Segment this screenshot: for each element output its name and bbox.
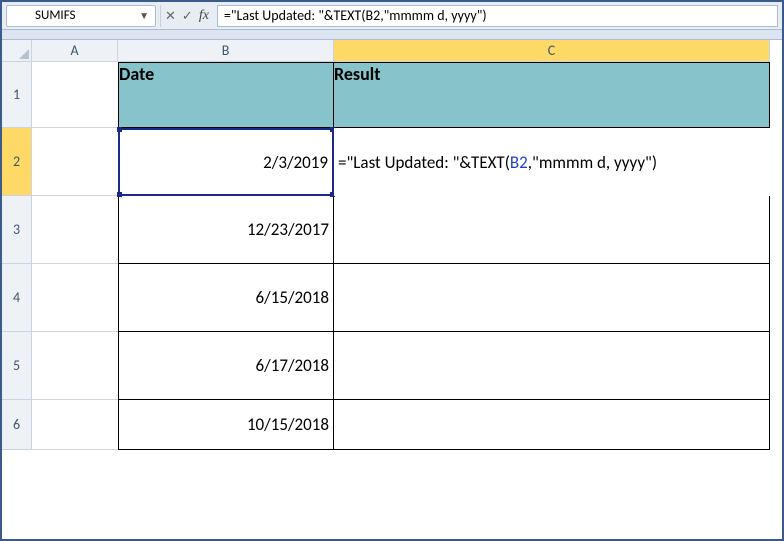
cell-b4[interactable]: 6/15/2018 <box>118 264 334 332</box>
cell-c4[interactable] <box>334 264 770 332</box>
chevron-down-icon[interactable]: ▼ <box>139 9 149 22</box>
cell-b3[interactable]: 12/23/2017 <box>118 196 334 264</box>
cancel-formula-button[interactable]: ✕ <box>165 8 176 24</box>
cell-b1[interactable]: Date <box>118 62 334 128</box>
cell-b6[interactable]: 10/15/2018 <box>118 400 334 450</box>
formula-input[interactable]: ="Last Updated: "&TEXT(B2,"mmmm d, yyyy"… <box>217 5 778 27</box>
cell-a4[interactable] <box>32 264 118 332</box>
cell-a3[interactable] <box>32 196 118 264</box>
formula-controls: ✕ ✓ fx <box>160 5 213 27</box>
fx-icon[interactable]: fx <box>199 8 209 24</box>
cell-b5[interactable]: 6/17/2018 <box>118 332 334 400</box>
column-header-b[interactable]: B <box>118 40 334 62</box>
row-header-3[interactable]: 3 <box>2 196 32 264</box>
row-header-2[interactable]: 2 <box>2 128 32 196</box>
cell-b2[interactable]: 2/3/2019 <box>118 128 334 196</box>
name-box[interactable]: SUMIFS ▼ <box>6 5 156 27</box>
select-all-corner[interactable] <box>2 40 32 62</box>
row-header-4[interactable]: 4 <box>2 264 32 332</box>
formula-bar: SUMIFS ▼ ✕ ✓ fx ="Last Updated: "&TEXT(B… <box>2 2 782 30</box>
row-header-5[interactable]: 5 <box>2 332 32 400</box>
cell-a6[interactable] <box>32 400 118 450</box>
formula-text: ="Last Updated: "&TEXT(B2,"mmmm d, yyyy"… <box>224 7 487 24</box>
cell-c1[interactable]: Result <box>334 62 770 128</box>
name-box-value: SUMIFS <box>13 8 75 23</box>
toolbar-divider <box>2 30 782 40</box>
cell-c6[interactable] <box>334 400 770 450</box>
row-header-1[interactable]: 1 <box>2 62 32 128</box>
column-header-a[interactable]: A <box>32 40 118 62</box>
cell-c5[interactable] <box>334 332 770 400</box>
column-header-c[interactable]: C <box>334 40 770 62</box>
cell-c3[interactable] <box>334 196 770 264</box>
row-header-6[interactable]: 6 <box>2 400 32 450</box>
spreadsheet-grid[interactable]: A B C 1 Date Result 2 2/3/2019 ="Last Up… <box>2 40 782 450</box>
cell-a2[interactable] <box>32 128 118 196</box>
cell-c2[interactable]: ="Last Updated: "&TEXT(B2,"mmmm d, yyyy"… <box>334 128 770 196</box>
cell-c2-formula: ="Last Updated: "&TEXT(B2,"mmmm d, yyyy"… <box>338 152 657 173</box>
cell-a1[interactable] <box>32 62 118 128</box>
cell-b2-value: 2/3/2019 <box>263 152 328 173</box>
cell-a5[interactable] <box>32 332 118 400</box>
confirm-formula-button[interactable]: ✓ <box>182 8 193 24</box>
